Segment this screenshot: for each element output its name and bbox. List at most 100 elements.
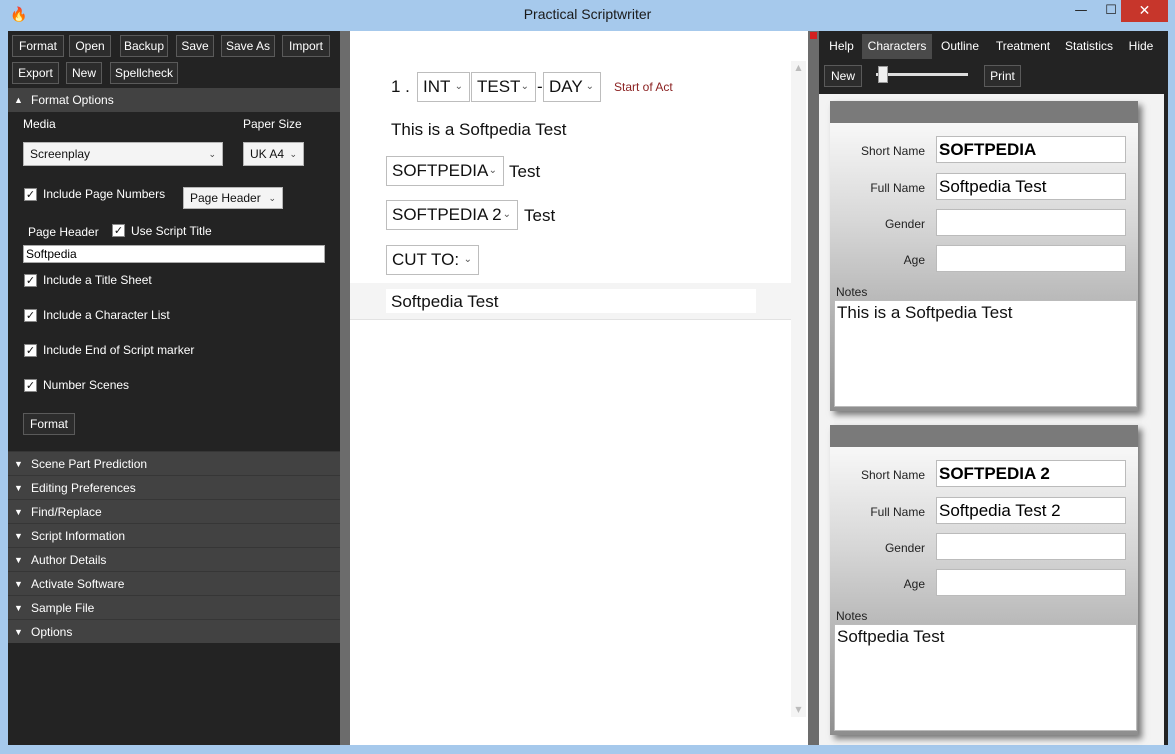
save-as-button[interactable]: Save As (221, 35, 275, 57)
include-title-sheet-label: Include a Title Sheet (43, 273, 152, 287)
number-scenes-checkbox[interactable]: ✓ (24, 379, 37, 392)
tab-treatment[interactable]: Treatment (989, 34, 1057, 59)
transition-dropdown[interactable]: CUT TO: ⌄ (386, 245, 479, 275)
paper-size-dropdown[interactable]: UK A4 ⌄ (243, 142, 304, 166)
new-character-button[interactable]: New (824, 65, 862, 87)
new-button[interactable]: New (66, 62, 102, 84)
gender-label: Gender (884, 217, 925, 231)
section-label: Editing Preferences (31, 481, 136, 495)
short-name-input[interactable]: SOFTPEDIA 2 (936, 460, 1126, 487)
character-value: SOFTPEDIA (392, 161, 489, 180)
age-input[interactable] (936, 245, 1126, 272)
save-button[interactable]: Save (176, 35, 214, 57)
age-input[interactable] (936, 569, 1126, 596)
start-of-act-marker[interactable]: Start of Act (614, 80, 673, 94)
export-button[interactable]: Export (12, 62, 59, 84)
short-name-label: Short Name (860, 468, 925, 482)
tab-outline[interactable]: Outline (934, 34, 986, 59)
gender-input[interactable] (936, 209, 1126, 236)
action-line[interactable]: This is a Softpedia Test (391, 120, 566, 140)
scroll-up-icon[interactable]: ▲ (791, 61, 806, 75)
script-editor[interactable]: 1 . INT ⌄ TEST ⌄ - DAY ⌄ Start of Act Th… (350, 31, 808, 745)
character-list: Short Name SOFTPEDIA Full Name Softpedia… (819, 94, 1164, 745)
character-card-header[interactable] (830, 101, 1138, 123)
close-button[interactable]: ✕ (1121, 0, 1168, 22)
media-dropdown[interactable]: Screenplay ⌄ (23, 142, 223, 166)
notes-input[interactable]: Softpedia Test (834, 624, 1137, 731)
chevron-down-icon: ⌄ (454, 81, 463, 92)
notes-input[interactable]: This is a Softpedia Test (834, 300, 1137, 407)
include-character-list-label: Include a Character List (43, 308, 170, 322)
paper-size-value: UK A4 (250, 147, 285, 161)
include-page-numbers-checkbox[interactable]: ✓ (24, 188, 37, 201)
page-numbers-position-value: Page Header (190, 191, 261, 205)
format-options-header[interactable]: ▲ Format Options (8, 88, 340, 112)
full-name-input[interactable]: Softpedia Test 2 (936, 497, 1126, 524)
section-find-replace[interactable]: ▼ Find/Replace (8, 499, 340, 523)
character-dropdown-1[interactable]: SOFTPEDIA ⌄ (386, 156, 504, 186)
include-title-sheet-checkbox[interactable]: ✓ (24, 274, 37, 287)
section-scene-part-prediction[interactable]: ▼ Scene Part Prediction (8, 451, 340, 475)
include-character-list-checkbox[interactable]: ✓ (24, 309, 37, 322)
format-apply-button[interactable]: Format (23, 413, 75, 435)
int-ext-value: INT (423, 77, 451, 96)
format-button[interactable]: Format (12, 35, 64, 57)
format-options-label: Format Options (31, 93, 114, 107)
tab-characters[interactable]: Characters (862, 34, 932, 59)
character-dropdown-2[interactable]: SOFTPEDIA 2 ⌄ (386, 200, 518, 230)
right-panel: Help Characters Outline Treatment Statis… (819, 31, 1168, 745)
zoom-slider-thumb[interactable] (877, 66, 888, 83)
full-name-label: Full Name (870, 505, 925, 519)
short-name-input[interactable]: SOFTPEDIA (936, 136, 1126, 163)
left-panel: Format Open Backup Save Save As Import E… (8, 31, 340, 745)
character-value: SOFTPEDIA 2 (392, 205, 502, 224)
section-sample-file[interactable]: ▼ Sample File (8, 595, 340, 619)
spellcheck-button[interactable]: Spellcheck (110, 62, 178, 84)
tab-hide[interactable]: Hide (1123, 34, 1159, 59)
print-button[interactable]: Print (984, 65, 1021, 87)
page-header-input[interactable]: Softpedia (23, 245, 325, 263)
transition-value: CUT TO: (392, 250, 460, 269)
open-button[interactable]: Open (69, 35, 111, 57)
zoom-slider[interactable] (876, 73, 968, 76)
full-name-label: Full Name (870, 181, 925, 195)
paper-size-label: Paper Size (243, 117, 302, 131)
chevron-down-icon: ⌄ (208, 149, 216, 159)
dialog-line-1[interactable]: Test (509, 162, 540, 182)
section-author-details[interactable]: ▼ Author Details (8, 547, 340, 571)
expand-triangle-icon: ▼ (14, 531, 23, 541)
left-splitter[interactable] (340, 31, 350, 745)
section-options[interactable]: ▼ Options (8, 619, 340, 643)
int-ext-dropdown[interactable]: INT ⌄ (417, 72, 470, 102)
scene-separator: - (537, 77, 543, 96)
full-name-input[interactable]: Softpedia Test (936, 173, 1126, 200)
red-marker (810, 32, 817, 39)
dialog-line-2[interactable]: Test (524, 206, 555, 226)
right-splitter[interactable] (808, 31, 819, 745)
gender-input[interactable] (936, 533, 1126, 560)
section-label: Find/Replace (31, 505, 102, 519)
editor-scrollbar[interactable]: ▲ ▼ (791, 61, 806, 717)
section-label: Scene Part Prediction (31, 457, 148, 471)
character-card-header[interactable] (830, 425, 1138, 447)
section-activate-software[interactable]: ▼ Activate Software (8, 571, 340, 595)
include-end-marker-checkbox[interactable]: ✓ (24, 344, 37, 357)
include-end-marker-label: Include End of Script marker (43, 343, 195, 357)
current-line-input[interactable]: Softpedia Test (391, 292, 498, 312)
section-editing-preferences[interactable]: ▼ Editing Preferences (8, 475, 340, 499)
tab-statistics[interactable]: Statistics (1059, 34, 1119, 59)
minimize-button[interactable]: — (1067, 0, 1095, 22)
section-script-information[interactable]: ▼ Script Information (8, 523, 340, 547)
import-button[interactable]: Import (282, 35, 330, 57)
backup-button[interactable]: Backup (120, 35, 168, 57)
chevron-down-icon: ⌄ (520, 81, 529, 92)
location-dropdown[interactable]: TEST ⌄ (471, 72, 536, 102)
use-script-title-checkbox[interactable]: ✓ (112, 224, 125, 237)
section-label: Script Information (31, 529, 126, 543)
tab-help[interactable]: Help (823, 34, 860, 59)
media-value: Screenplay (30, 147, 91, 161)
page-numbers-position-dropdown[interactable]: Page Header ⌄ (183, 187, 283, 209)
scroll-down-icon[interactable]: ▼ (791, 703, 806, 717)
short-name-label: Short Name (860, 144, 925, 158)
time-dropdown[interactable]: DAY ⌄ (543, 72, 601, 102)
